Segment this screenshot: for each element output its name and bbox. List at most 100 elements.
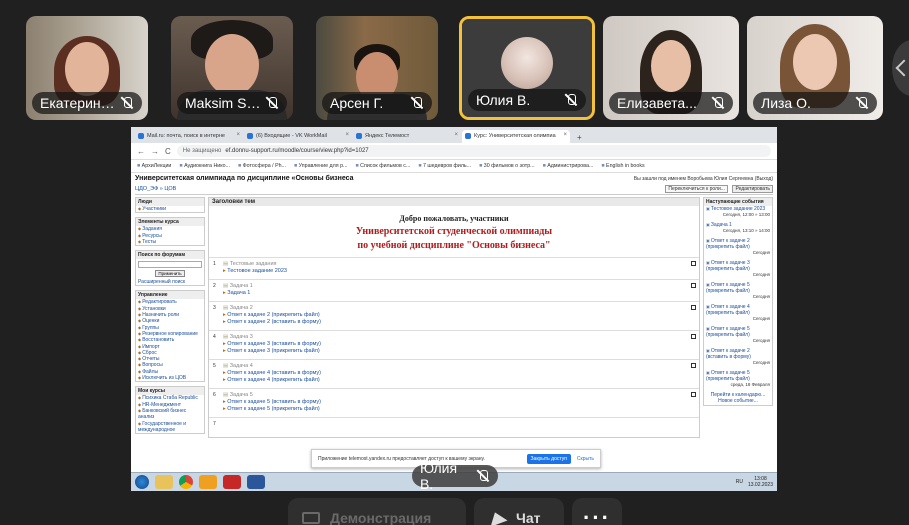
stop-sharing-button[interactable]: Закрыть доступ bbox=[526, 453, 571, 464]
reload-icon[interactable]: C bbox=[165, 147, 171, 156]
topic-number: 2 bbox=[213, 283, 216, 289]
activity-link[interactable]: Ответ к задаче 4 (прикрепить файл) bbox=[223, 377, 689, 384]
bookmark-item[interactable]: Управление для р... bbox=[294, 163, 348, 169]
highlight-checkbox[interactable] bbox=[691, 392, 696, 397]
forum-search-button[interactable]: Применить bbox=[155, 270, 185, 278]
forward-icon[interactable]: → bbox=[151, 147, 159, 156]
topic-number: 1 bbox=[213, 261, 216, 267]
new-tab-button[interactable]: + bbox=[571, 133, 588, 143]
participant-tile-5[interactable]: Елизавета... bbox=[603, 16, 739, 120]
participant-name-pill: Арсен Г. bbox=[322, 92, 432, 114]
highlight-checkbox[interactable] bbox=[691, 261, 696, 266]
highlight-checkbox[interactable] bbox=[691, 363, 696, 368]
bookmark-item[interactable]: Администрирова... bbox=[543, 163, 593, 169]
participant-tile-6[interactable]: Лиза О. bbox=[747, 16, 883, 120]
bookmark-item[interactable]: 7 шедевров филь... bbox=[418, 163, 471, 169]
topic-title: Задача 1 bbox=[223, 283, 689, 290]
screen-share-button[interactable]: Демонстрация bbox=[288, 498, 466, 525]
topic-number: 6 bbox=[213, 392, 216, 398]
course-topics: Заголовки тем Добро пожаловать, участник… bbox=[208, 197, 700, 439]
hide-notification-link[interactable]: Скрыть bbox=[577, 456, 594, 462]
switch-role-select[interactable]: Переключиться к роли... bbox=[665, 185, 728, 193]
welcome-banner: Добро пожаловать, участники Университетс… bbox=[209, 206, 699, 257]
url-input[interactable]: Не защищено ef.donnu-support.ru/moodle/c… bbox=[176, 145, 771, 157]
block-link[interactable]: Тесты bbox=[136, 239, 204, 245]
topic-number: 7 bbox=[213, 421, 216, 427]
block-link[interactable]: Государственное и международное bbox=[136, 421, 204, 434]
participant-tile-3[interactable]: Арсен Г. bbox=[316, 16, 438, 120]
close-icon[interactable]: × bbox=[345, 132, 349, 138]
event-link[interactable]: Ответ к задаче 5 (прикрепить файл) bbox=[704, 326, 772, 338]
media-player-icon[interactable] bbox=[199, 475, 217, 489]
activity-link[interactable]: Ответ к задаче 2 (вставить в форму) bbox=[223, 319, 689, 326]
highlight-checkbox[interactable] bbox=[691, 283, 696, 288]
word-icon[interactable] bbox=[247, 475, 265, 489]
event-link[interactable]: Ответ к задаче 5 (прикрепить файл) bbox=[704, 282, 772, 294]
activity-link[interactable]: Тестовое задание 2023 bbox=[223, 268, 689, 275]
activity-link[interactable]: Ответ к задаче 3 (прикрепить файл) bbox=[223, 348, 689, 355]
forum-search-input[interactable] bbox=[138, 261, 202, 269]
start-icon[interactable] bbox=[135, 475, 149, 489]
activity-link[interactable]: Ответ к задаче 5 (вставить в форму) bbox=[223, 399, 689, 406]
clock[interactable]: 13:08 13.02.2023 bbox=[748, 476, 773, 488]
participant-tile-4-active-speaker[interactable]: Юлия В. bbox=[459, 16, 595, 120]
bookmark-item[interactable]: 30 фильмов о зотр... bbox=[479, 163, 535, 169]
event-date: Сегодня bbox=[752, 360, 770, 365]
chat-button[interactable]: Чат bbox=[474, 498, 564, 525]
moodle-page: Университетская олимпиада по дисциплине … bbox=[131, 173, 777, 440]
activity-link[interactable]: Задача 1 bbox=[223, 290, 689, 297]
browser-tab-active[interactable]: Курс: Университетская олимпиа × bbox=[462, 130, 570, 143]
event-date: Сегодня bbox=[752, 272, 770, 277]
back-icon[interactable]: ← bbox=[137, 147, 145, 156]
block-link[interactable]: Банковский бизнес анализ bbox=[136, 408, 204, 421]
participant-tile-1[interactable]: Екатерина... bbox=[26, 16, 148, 120]
event-link[interactable]: Ответ к задаче 2 (вставить в форму) bbox=[704, 348, 772, 360]
advanced-search-link[interactable]: Расширенный поиск bbox=[136, 279, 204, 285]
block-link[interactable]: Психика Стаба Republic bbox=[136, 395, 204, 401]
browser-tab[interactable]: (6) Входящие - VK WorkMail × bbox=[244, 130, 352, 143]
bookmark-item[interactable]: Фотосфера / Ph... bbox=[238, 163, 286, 169]
tab-title: Курс: Университетская олимпиа bbox=[474, 133, 556, 139]
block-link[interactable]: Исключить из ЦОВ bbox=[136, 375, 204, 381]
welcome-line: по учебной дисциплине "Основы бизнеса" bbox=[357, 240, 551, 251]
browser-tab[interactable]: Яндекс Телемост × bbox=[353, 130, 461, 143]
bookmark-item[interactable]: Список фильмов с... bbox=[355, 163, 410, 169]
activity-link[interactable]: Ответ к задаче 4 (вставить в форму) bbox=[223, 370, 689, 377]
more-options-button[interactable]: ··· bbox=[572, 498, 622, 525]
block-link[interactable]: Участники bbox=[136, 206, 204, 212]
scroll-participants-icon[interactable] bbox=[892, 40, 909, 96]
browser-tab[interactable]: Mail.ru: почта, поиск в интерне × bbox=[135, 130, 243, 143]
participant-name-pill: Юлия В. bbox=[468, 89, 586, 111]
highlight-checkbox[interactable] bbox=[691, 334, 696, 339]
events-block: Наступающие события Тестовое задание 202… bbox=[703, 197, 773, 406]
close-icon[interactable]: × bbox=[454, 132, 458, 138]
topic-title: Тестовые задания bbox=[223, 261, 689, 268]
tab-title: Mail.ru: почта, поиск в интерне bbox=[147, 133, 225, 139]
edit-button[interactable]: Редактировать bbox=[732, 185, 773, 193]
event-link[interactable]: Ответ к задаче 2 (прикрепить файл) bbox=[704, 238, 772, 250]
new-event-link[interactable]: Новое событие... bbox=[704, 398, 772, 404]
pdf-reader-icon[interactable] bbox=[223, 475, 241, 489]
administration-block: Управление Редактировать Установки Назна… bbox=[135, 290, 205, 383]
activity-link[interactable]: Ответ к задаче 5 (прикрепить файл) bbox=[223, 406, 689, 413]
participant-tile-2[interactable]: Maksim Sh... bbox=[171, 16, 293, 120]
chrome-icon[interactable] bbox=[179, 475, 193, 489]
participant-face bbox=[651, 40, 691, 92]
participant-name-pill: Елизавета... bbox=[609, 92, 733, 114]
close-icon[interactable]: × bbox=[236, 132, 240, 138]
close-icon[interactable]: × bbox=[563, 132, 567, 138]
explorer-icon[interactable] bbox=[155, 475, 173, 489]
activity-link[interactable]: Ответ к задаче 2 (прикрепить файл) bbox=[223, 312, 689, 319]
activity-link[interactable]: Ответ к задаче 3 (вставить в форму) bbox=[223, 341, 689, 348]
clock-date: 13.02.2023 bbox=[747, 482, 773, 488]
bookmark-item[interactable]: English in books bbox=[601, 163, 645, 169]
event-link[interactable]: Ответ к задаче 5 (прикрепить файл) bbox=[704, 370, 772, 382]
bookmark-item[interactable]: АрхиЛекции bbox=[137, 163, 172, 169]
event-link[interactable]: Ответ к задаче 3 (прикрепить файл) bbox=[704, 260, 772, 272]
highlight-checkbox[interactable] bbox=[691, 305, 696, 310]
bookmark-item[interactable]: Аудиокнига Нико... bbox=[179, 163, 230, 169]
event-date: Сегодня bbox=[752, 338, 770, 343]
breadcrumb[interactable]: ЦДО_ЭФ » ЦОВ bbox=[135, 186, 176, 192]
language-indicator[interactable]: RU bbox=[736, 479, 743, 485]
event-link[interactable]: Ответ к задаче 4 (прикрепить файл) bbox=[704, 304, 772, 316]
